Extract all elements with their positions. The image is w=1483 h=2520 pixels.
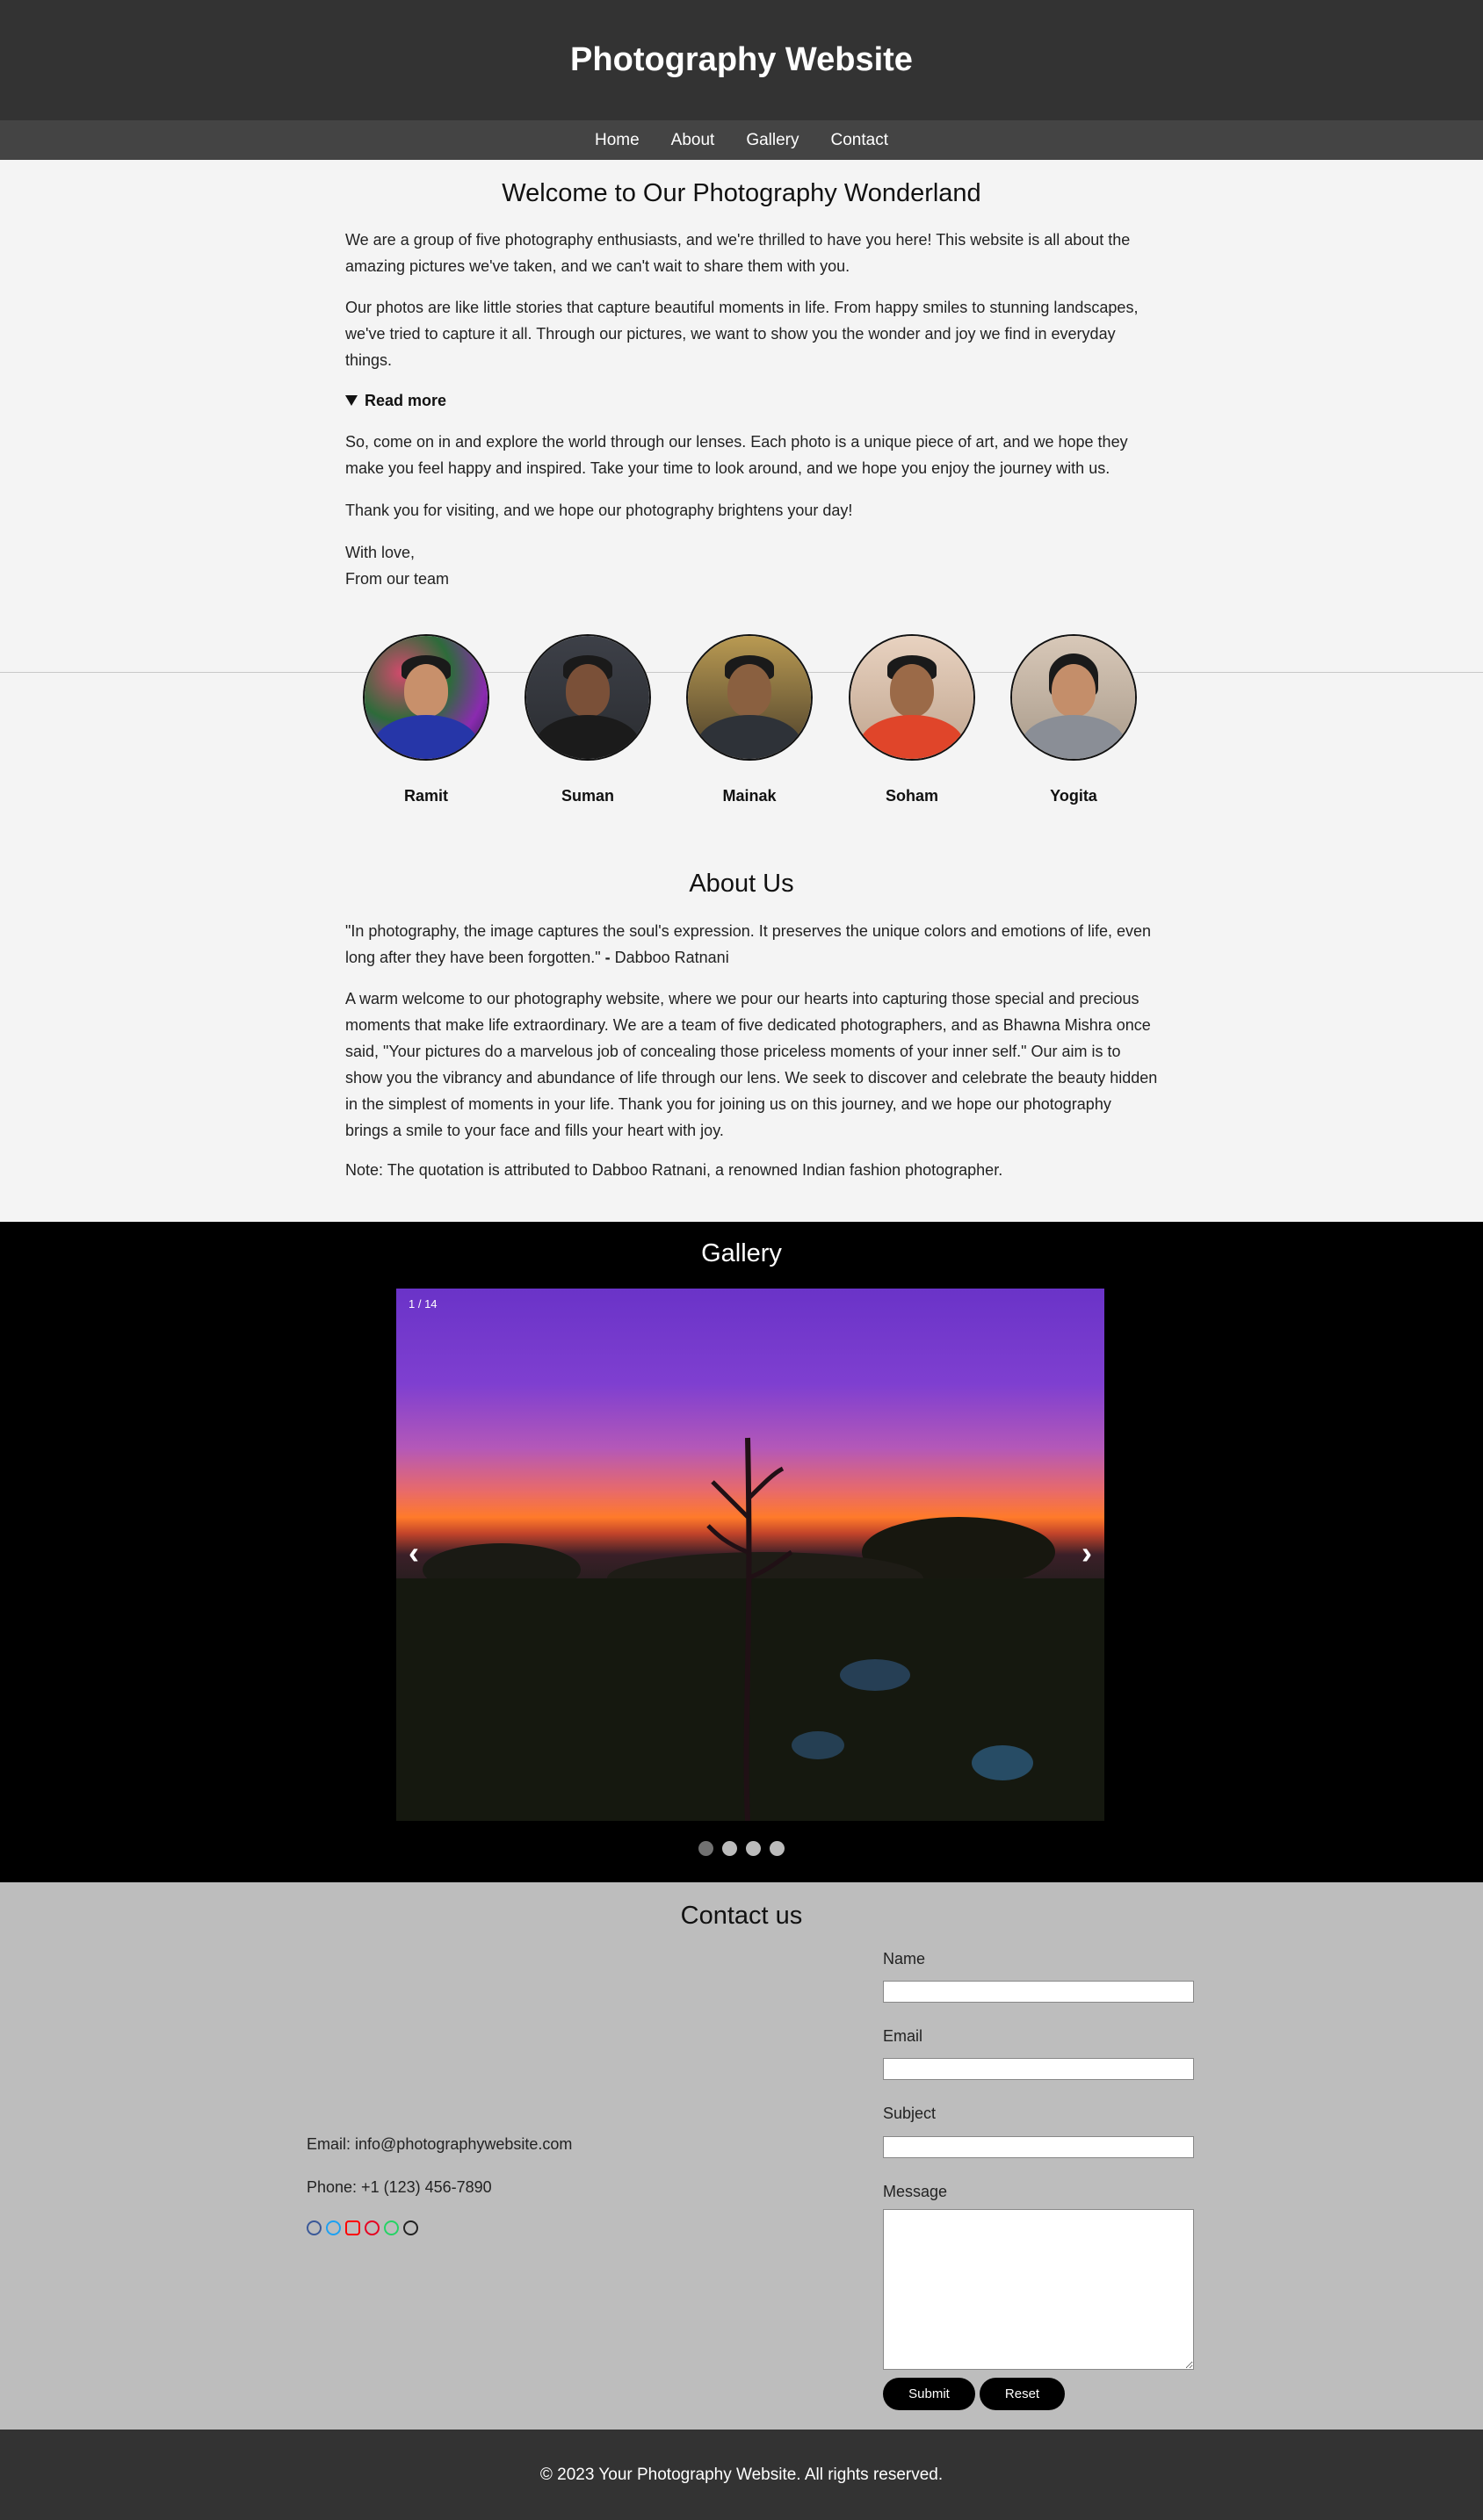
member-name: Soham bbox=[885, 787, 938, 805]
signoff-line-1: With love, bbox=[345, 544, 416, 561]
footer-copyright: © 2023 Your Photography Website. All rig… bbox=[539, 2465, 944, 2484]
email-field[interactable] bbox=[883, 2058, 1194, 2080]
signoff-line-2: From our team bbox=[345, 570, 450, 588]
team-member-suman: Suman bbox=[524, 634, 651, 805]
team-member-yogita: Yogita bbox=[1010, 634, 1137, 805]
contact-section: Contact us Email: info@photographywebsit… bbox=[0, 1882, 1483, 2430]
slide-dot[interactable] bbox=[698, 1841, 713, 1856]
slide-dot[interactable] bbox=[770, 1841, 785, 1856]
submit-button[interactable]: Submit bbox=[883, 2378, 975, 2410]
github-icon[interactable] bbox=[403, 2220, 418, 2235]
gallery-title: Gallery bbox=[701, 1239, 782, 1267]
team-member-ramit: Ramit bbox=[363, 634, 489, 805]
main-nav: Home About Gallery Contact bbox=[0, 120, 1483, 160]
member-name: Mainak bbox=[722, 787, 777, 805]
message-field[interactable] bbox=[883, 2209, 1194, 2370]
reset-button[interactable]: Reset bbox=[980, 2378, 1065, 2410]
nav-about-link[interactable]: About bbox=[655, 131, 731, 150]
twitter-icon[interactable] bbox=[326, 2220, 341, 2235]
welcome-paragraph-2: Our photos are like little stories that … bbox=[345, 299, 1139, 369]
social-links bbox=[307, 2220, 418, 2235]
nav-contact-link[interactable]: Contact bbox=[815, 131, 904, 150]
site-header: Photography Website bbox=[0, 0, 1483, 120]
site-footer: © 2023 Your Photography Website. All rig… bbox=[0, 2430, 1483, 2520]
team-section: Ramit Suman Mainak Soham Yogita bbox=[0, 634, 1483, 810]
welcome-signoff: With love, From our team bbox=[345, 539, 1158, 592]
avatar bbox=[363, 634, 489, 761]
nav-gallery-link[interactable]: Gallery bbox=[730, 131, 814, 150]
welcome-paragraph-1: We are a group of five photography enthu… bbox=[345, 231, 1131, 275]
subject-label: Subject bbox=[883, 2105, 937, 2122]
contact-email: Email: info@photographywebsite.com bbox=[307, 2135, 573, 2153]
slide-dots bbox=[0, 1841, 1483, 1856]
pinterest-icon[interactable] bbox=[365, 2220, 380, 2235]
name-label: Name bbox=[883, 1950, 926, 1968]
member-name: Suman bbox=[561, 787, 614, 805]
about-quote: "In photography, the image captures the … bbox=[345, 918, 1158, 971]
slide-counter: 1 / 14 bbox=[409, 1297, 438, 1311]
welcome-paragraph-4: Thank you for visiting, and we hope our … bbox=[345, 502, 853, 519]
quote-separator: - bbox=[600, 949, 615, 966]
quote-text: "In photography, the image captures the … bbox=[345, 922, 1152, 966]
gallery-slide: 1 / 14 ‹ › bbox=[396, 1289, 1104, 1821]
welcome-title: Welcome to Our Photography Wonderland bbox=[502, 179, 981, 207]
whatsapp-icon[interactable] bbox=[384, 2220, 399, 2235]
member-name: Ramit bbox=[403, 787, 448, 805]
welcome-paragraph-3: So, come on in and explore the world thr… bbox=[345, 433, 1128, 477]
welcome-section: Welcome to Our Photography Wonderland We… bbox=[0, 160, 1483, 671]
next-arrow-icon[interactable]: › bbox=[1082, 1534, 1092, 1571]
message-label: Message bbox=[883, 2183, 948, 2200]
youtube-icon[interactable] bbox=[345, 2220, 360, 2235]
triangle-down-icon bbox=[345, 395, 358, 406]
read-more-toggle[interactable]: Read more bbox=[345, 387, 1158, 414]
subject-field[interactable] bbox=[883, 2136, 1194, 2158]
avatar bbox=[686, 634, 813, 761]
about-paragraph: A warm welcome to our photography websit… bbox=[345, 990, 1158, 1139]
gallery-section: Gallery 1 / 14 ‹ › bbox=[0, 1222, 1483, 1882]
slide-dot[interactable] bbox=[722, 1841, 737, 1856]
team-member-soham: Soham bbox=[849, 634, 975, 805]
contact-phone: Phone: +1 (123) 456-7890 bbox=[307, 2178, 492, 2196]
slide-dot[interactable] bbox=[746, 1841, 761, 1856]
slide-photo bbox=[396, 1437, 1104, 1821]
prev-arrow-icon[interactable]: ‹ bbox=[409, 1534, 419, 1571]
facebook-icon[interactable] bbox=[307, 2220, 322, 2235]
about-title: About Us bbox=[689, 870, 794, 898]
contact-title: Contact us bbox=[680, 1902, 803, 1930]
email-label: Email bbox=[883, 2027, 923, 2045]
avatar bbox=[524, 634, 651, 761]
avatar bbox=[849, 634, 975, 761]
name-field[interactable] bbox=[883, 1981, 1194, 2003]
site-title: Photography Website bbox=[570, 41, 913, 78]
about-note: Note: The quotation is attributed to Dab… bbox=[345, 1161, 1003, 1179]
member-name: Yogita bbox=[1050, 787, 1097, 805]
nav-home-link[interactable]: Home bbox=[579, 131, 655, 150]
read-more-label: Read more bbox=[365, 392, 447, 409]
team-member-mainak: Mainak bbox=[686, 634, 813, 805]
avatar bbox=[1010, 634, 1137, 761]
quote-author: Dabboo Ratnani bbox=[614, 949, 729, 966]
